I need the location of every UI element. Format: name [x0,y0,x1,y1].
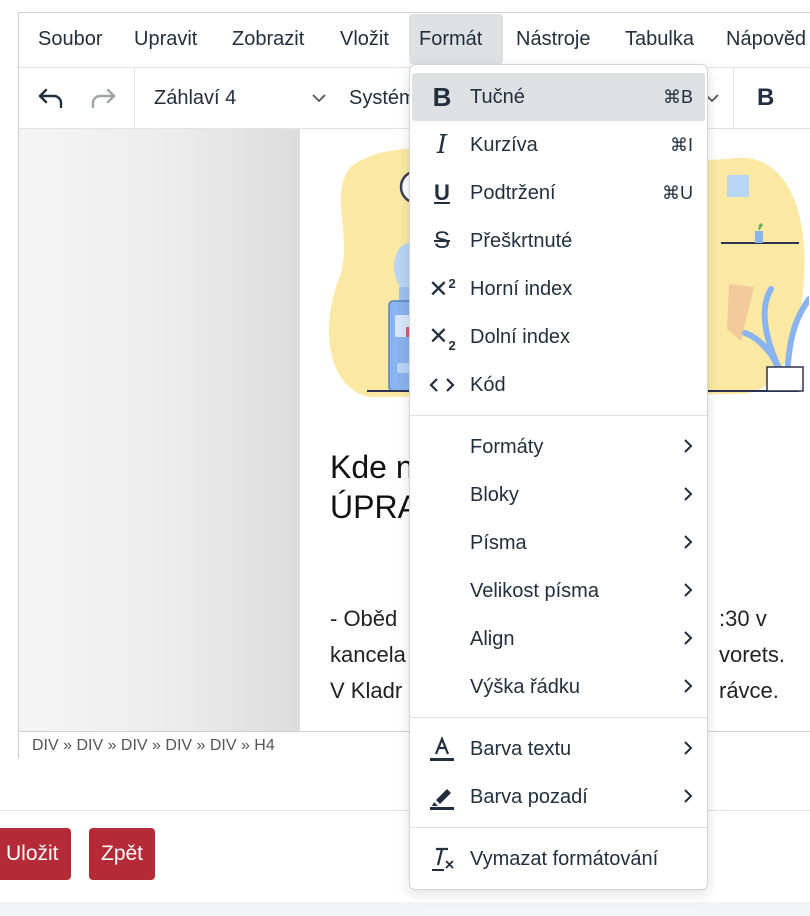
chevron-right-icon [684,439,693,453]
menu-item-label: Align [470,628,515,650]
menu-item-subscript[interactable]: ✕2 Dolní index [412,313,705,361]
menu-item-italic[interactable]: I Kurzíva ⌘I [412,121,705,169]
menu-separator [410,827,707,828]
superscript-icon: ✕2 [428,275,456,303]
redo-icon [91,88,116,109]
menu-separator [410,415,707,416]
menu-item-superscript[interactable]: ✕2 Horní index [412,265,705,313]
menu-item-background-color[interactable]: Barva pozadí [412,773,705,821]
menu-item-label: Dolní index [470,326,571,348]
menu-napoveda[interactable]: Nápověd [716,14,810,64]
menu-soubor[interactable]: Soubor [28,14,113,64]
remove-format-icon [426,845,458,873]
menu-item-clear-formatting[interactable]: Vymazat formátování [412,835,705,883]
menu-item-label: Tučné [470,86,525,108]
chevron-down-icon [312,94,326,103]
menu-tabulka[interactable]: Tabulka [615,14,704,64]
menu-item-underline[interactable]: U Podtržení ⌘U [412,169,705,217]
chevron-right-icon [684,583,693,597]
underline-icon: U [434,180,450,205]
menu-zobrazit[interactable]: Zobrazit [222,14,314,64]
chevron-right-icon [684,631,693,645]
footer [0,902,810,916]
menu-item-label: Přeškrtnuté [470,230,573,252]
subscript-icon: ✕2 [428,322,456,353]
save-button[interactable]: Uložit [0,828,71,880]
text-color-icon [426,735,458,763]
chevron-right-icon [684,487,693,501]
menu-item-label: Písma [470,532,527,554]
menu-item-label: Výška řádku [470,676,581,698]
menu-item-label: Formáty [470,436,544,458]
menu-item-formats[interactable]: Formáty [412,423,705,471]
bold-button[interactable]: B [757,68,774,128]
toolbar-divider [733,68,734,128]
undo-button[interactable] [30,78,72,118]
menu-item-align[interactable]: Align [412,615,705,663]
menu-item-code[interactable]: Kód [412,361,705,409]
strikethrough-icon: S [433,227,450,254]
back-button[interactable]: Zpět [89,828,156,880]
chevron-right-icon [684,535,693,549]
shortcut-label: ⌘U [662,183,693,203]
menu-item-line-height[interactable]: Výška řádku [412,663,705,711]
menu-item-fonts[interactable]: Písma [412,519,705,567]
shortcut-label: ⌘I [669,135,693,155]
chevron-right-icon [684,741,693,755]
content-heading: Kde n ÚPRA [330,449,419,525]
menu-item-bold[interactable]: B Tučné ⌘B [412,73,705,121]
menu-item-label: Horní index [470,278,573,300]
undo-icon [38,88,63,109]
highlighter-icon [426,783,458,811]
menu-item-text-color[interactable]: Barva textu [412,725,705,773]
format-menu-dropdown: B Tučné ⌘B I Kurzíva ⌘I U Podtržení ⌘U S… [409,64,708,890]
italic-icon: I [436,130,448,160]
menu-item-label: Kurzíva [470,134,538,156]
menubar: Soubor Upravit Zobrazit Vložit Formát Ná… [19,13,810,67]
bold-icon: B [432,81,452,112]
code-icon [426,371,458,399]
menu-item-label: Bloky [470,484,519,506]
chevron-right-icon [684,789,693,803]
menu-item-label: Vymazat formátování [470,848,659,870]
content-paragraph: - Oběd kancela V Kladr [330,606,406,703]
menu-separator [410,717,707,718]
menu-item-label: Velikost písma [470,580,599,602]
menu-item-label: Barva pozadí [470,786,588,808]
chevron-right-icon [684,679,693,693]
block-format-select[interactable]: Záhlaví 4 [154,68,236,128]
menu-item-label: Barva textu [470,738,572,760]
menu-vlozit[interactable]: Vložit [330,14,399,64]
menu-upravit[interactable]: Upravit [124,14,207,64]
menu-item-font-size[interactable]: Velikost písma [412,567,705,615]
menu-item-label: Kód [470,374,506,396]
menu-nastroje[interactable]: Nástroje [506,14,600,64]
content-paragraph-tail: :30 v vorets. rávce. [719,606,786,703]
menu-item-strikethrough[interactable]: S Přeškrtnuté [412,217,705,265]
menu-format[interactable]: Formát [409,14,503,64]
content-gutter [19,129,300,731]
font-family-select[interactable]: Systém [349,68,416,128]
redo-button[interactable] [82,78,124,118]
menu-item-label: Podtržení [470,182,556,204]
toolbar-divider [134,68,135,128]
shortcut-label: ⌘B [662,87,693,107]
menu-item-blocks[interactable]: Bloky [412,471,705,519]
